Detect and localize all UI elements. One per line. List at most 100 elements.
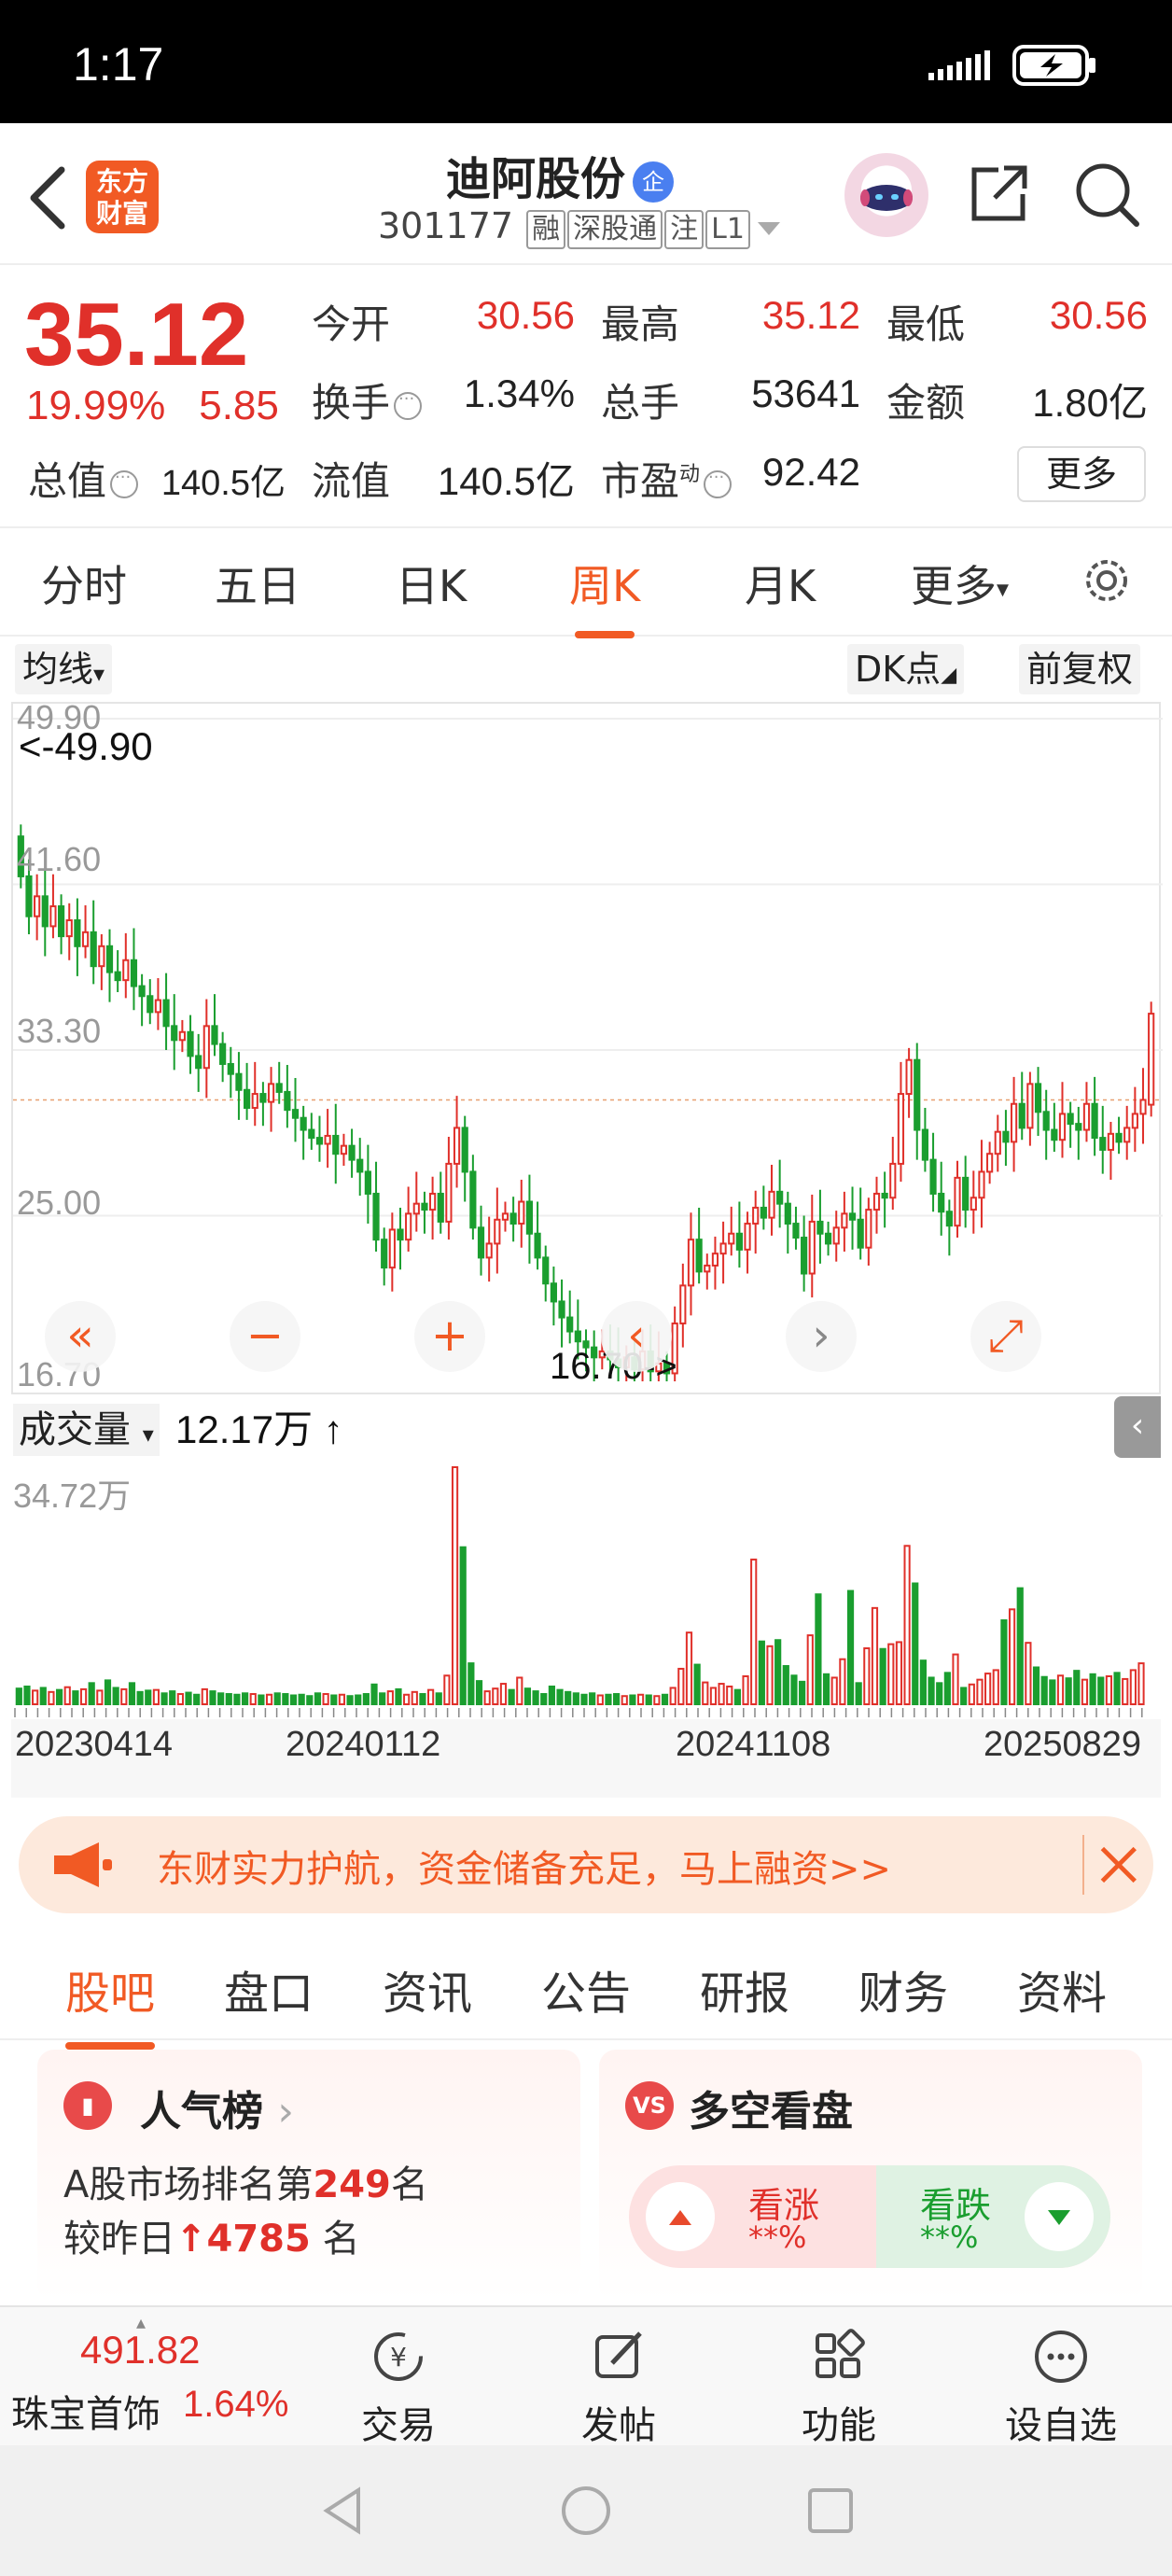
candle-body <box>768 1190 775 1219</box>
change-amt: 5.85 <box>199 383 279 428</box>
adjust-select[interactable]: 前复权 <box>1019 644 1141 694</box>
volume-chart[interactable]: 34.72万 <box>11 1460 1161 1719</box>
volume-header: 成交量 ▾ 12.17万 ↑ <box>11 1396 1161 1462</box>
home-circle-icon[interactable] <box>560 2485 612 2537</box>
candle-body <box>105 945 114 973</box>
search-icon[interactable] <box>1069 157 1144 231</box>
pe-label[interactable]: 市盈动 <box>601 450 732 507</box>
candle-body <box>453 1127 461 1165</box>
tab-monthly-k[interactable]: 月K <box>745 553 816 614</box>
sentiment-card[interactable]: VS 多空看盘 看涨 **% 看跌 **% <box>599 2050 1142 2302</box>
volume-bar <box>532 1690 539 1706</box>
tab-forum[interactable]: 股吧 <box>65 1956 156 2050</box>
volume-select[interactable]: 成交量 ▾ <box>13 1404 160 1456</box>
kline-chart[interactable]: 49.90 41.60 33.30 25.00 16.70 <-49.90 16… <box>11 698 1163 1394</box>
nav-post[interactable]: 发帖 <box>549 2317 689 2447</box>
stock-code-row[interactable]: 301177 融深股通注 L1 <box>378 205 780 249</box>
assistant-robot-icon[interactable] <box>844 153 928 237</box>
volume-bar <box>605 1693 612 1706</box>
volume-bar <box>621 1695 628 1705</box>
low-value: 30.56 <box>1049 293 1148 337</box>
candle-body <box>574 1330 581 1343</box>
settings-gear-icon[interactable] <box>1079 553 1135 609</box>
tab-intraday[interactable]: 分时 <box>41 553 127 614</box>
index-name[interactable]: 珠宝首饰 <box>11 2384 160 2438</box>
volume-bar <box>176 1693 184 1706</box>
volume-bar <box>1000 1619 1008 1706</box>
indicator-select[interactable]: 均线▾ <box>15 644 113 694</box>
back-icon[interactable] <box>21 162 77 233</box>
candle-body <box>865 1209 872 1249</box>
volume-bar <box>475 1680 483 1705</box>
megaphone-icon <box>54 1842 112 1887</box>
candle-body <box>308 1128 315 1140</box>
popularity-card[interactable]: ▮ 人气榜 › A股市场排名第249名 较昨日↑4785 名 <box>37 2050 580 2302</box>
nav-functions[interactable]: 功能 <box>769 2317 909 2447</box>
scroll-left-icon[interactable]: « <box>45 1301 116 1372</box>
enterprise-badge: 企 <box>633 161 674 203</box>
share-icon[interactable] <box>961 157 1036 231</box>
volume-bar <box>685 1631 693 1705</box>
candle-body <box>776 1190 784 1205</box>
close-icon[interactable] <box>1082 1835 1142 1895</box>
mktcap-label[interactable]: 总值 <box>28 450 139 507</box>
bearish-button[interactable] <box>1025 2182 1094 2251</box>
index-value[interactable]: 491.82 <box>80 2328 200 2373</box>
volume-bar <box>1089 1673 1096 1706</box>
back-triangle-icon[interactable] <box>317 2485 370 2537</box>
volume-bar <box>1113 1672 1121 1706</box>
volume-bar <box>709 1687 718 1706</box>
tab-orderbook[interactable]: 盘口 <box>224 1956 314 2022</box>
rank-change-prefix: 较昨日 <box>63 2218 175 2261</box>
bullish-button[interactable] <box>646 2182 715 2251</box>
volume-bar <box>258 1694 265 1705</box>
nav-add-watchlist[interactable]: 设自选 <box>991 2317 1131 2447</box>
prev-icon[interactable]: ‹ <box>601 1301 672 1372</box>
volume-bar <box>427 1688 435 1706</box>
candle-body <box>251 1093 258 1110</box>
zoom-in-icon[interactable]: + <box>414 1301 485 1372</box>
tag-registered: 注 <box>664 210 705 249</box>
bar-chart-icon: ▮ <box>63 2081 112 2130</box>
tab-research[interactable]: 研报 <box>700 1956 789 2022</box>
mktcap-label-text: 总值 <box>28 458 107 504</box>
mktcap-value: 140.5亿 <box>160 464 286 503</box>
volume-value: 53641 <box>751 371 860 415</box>
tab-daily-k[interactable]: 日K <box>396 553 467 614</box>
volume-bar <box>516 1676 523 1705</box>
turnover-label[interactable]: 换手 <box>312 371 423 428</box>
candle-body <box>744 1223 751 1251</box>
more-dots-icon <box>1035 2331 1087 2383</box>
candle-body <box>687 1239 695 1287</box>
tab-financials[interactable]: 财务 <box>858 1956 948 2022</box>
candle-body <box>534 1232 541 1259</box>
volume-bar <box>265 1693 273 1706</box>
volume-bar <box>613 1693 621 1706</box>
app-logo[interactable]: 东方 财富 <box>86 161 159 233</box>
recents-square-icon[interactable] <box>804 2485 857 2537</box>
candle-body <box>711 1253 719 1267</box>
more-button[interactable]: 更多 <box>1017 446 1146 502</box>
candle-body <box>1123 1127 1131 1143</box>
volume-bar <box>1137 1662 1145 1705</box>
candle-body <box>469 1170 477 1229</box>
next-icon[interactable]: › <box>786 1301 857 1372</box>
fullscreen-icon[interactable]: ⤢ <box>970 1301 1041 1372</box>
info-icon <box>704 463 732 498</box>
tab-more[interactable]: 更多▾ <box>911 553 1009 614</box>
tab-profile[interactable]: 资料 <box>1017 1956 1107 2022</box>
volume-bar <box>411 1690 418 1706</box>
volume-bar <box>403 1693 411 1706</box>
promo-banner[interactable]: 东财实力护航，资金储备充足，马上融资>> <box>19 1816 1153 1913</box>
tab-announcements[interactable]: 公告 <box>541 1956 631 2022</box>
x-tick-label: 20241108 <box>676 1725 831 1764</box>
tab-five-day[interactable]: 五日 <box>215 553 300 614</box>
tab-weekly-k[interactable]: 周K <box>569 553 640 638</box>
nav-trade[interactable]: ¥ 交易 <box>328 2317 468 2447</box>
dk-point-select[interactable]: DK点◢ <box>847 644 965 694</box>
zoom-out-icon[interactable]: − <box>230 1301 300 1372</box>
tab-news[interactable]: 资讯 <box>383 1956 472 2022</box>
vs-icon: VS <box>625 2081 674 2130</box>
collapse-panel-icon[interactable]: ‹ <box>1114 1396 1161 1458</box>
candle-body <box>405 1212 412 1241</box>
